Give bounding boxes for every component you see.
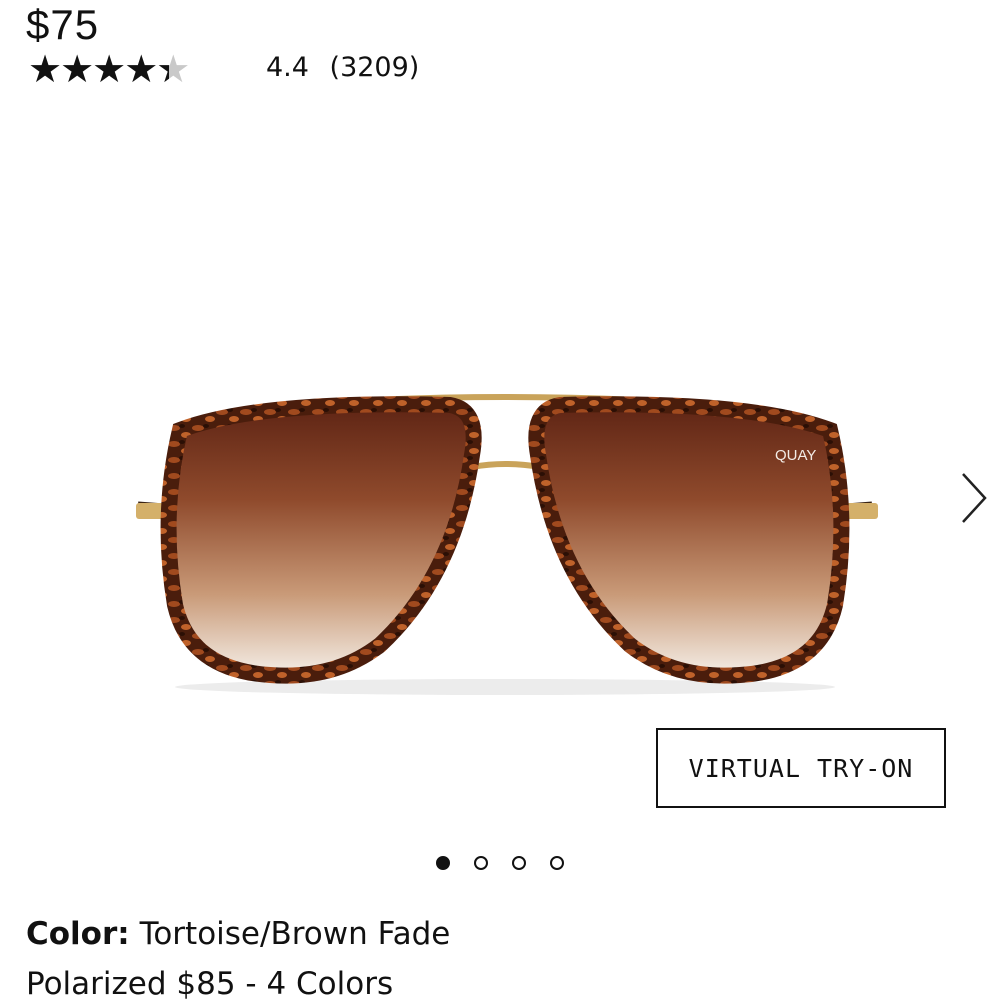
chevron-right-icon[interactable] bbox=[955, 470, 991, 526]
color-selection: Color: Tortoise/Brown Fade bbox=[26, 916, 450, 952]
color-label: Color: bbox=[26, 916, 130, 952]
rating-value: 4.4 bbox=[266, 52, 309, 83]
price: $75 bbox=[26, 1, 100, 48]
rating-row[interactable]: ★★★★★ ★★★★★ 4.4 (3209) bbox=[28, 50, 419, 88]
rating-summary[interactable]: 4.4 (3209) bbox=[266, 52, 419, 83]
polarized-variant-link[interactable]: Polarized $85 - 4 Colors bbox=[26, 966, 393, 1002]
star-rating: ★★★★★ ★★★★★ bbox=[28, 50, 190, 88]
color-value: Tortoise/Brown Fade bbox=[139, 916, 451, 952]
sunglasses-image: QUAY bbox=[136, 394, 878, 695]
carousel-dot-4[interactable] bbox=[550, 856, 564, 870]
virtual-try-on-button[interactable]: VIRTUAL TRY-ON bbox=[656, 728, 946, 808]
carousel-dot-3[interactable] bbox=[512, 856, 526, 870]
carousel-pagination bbox=[436, 856, 564, 870]
brand-mark: QUAY bbox=[775, 447, 816, 464]
carousel-dot-1[interactable] bbox=[436, 856, 450, 870]
filled-stars-icon: ★★★★★ bbox=[28, 50, 169, 88]
carousel-dot-2[interactable] bbox=[474, 856, 488, 870]
review-count: (3209) bbox=[329, 52, 420, 83]
